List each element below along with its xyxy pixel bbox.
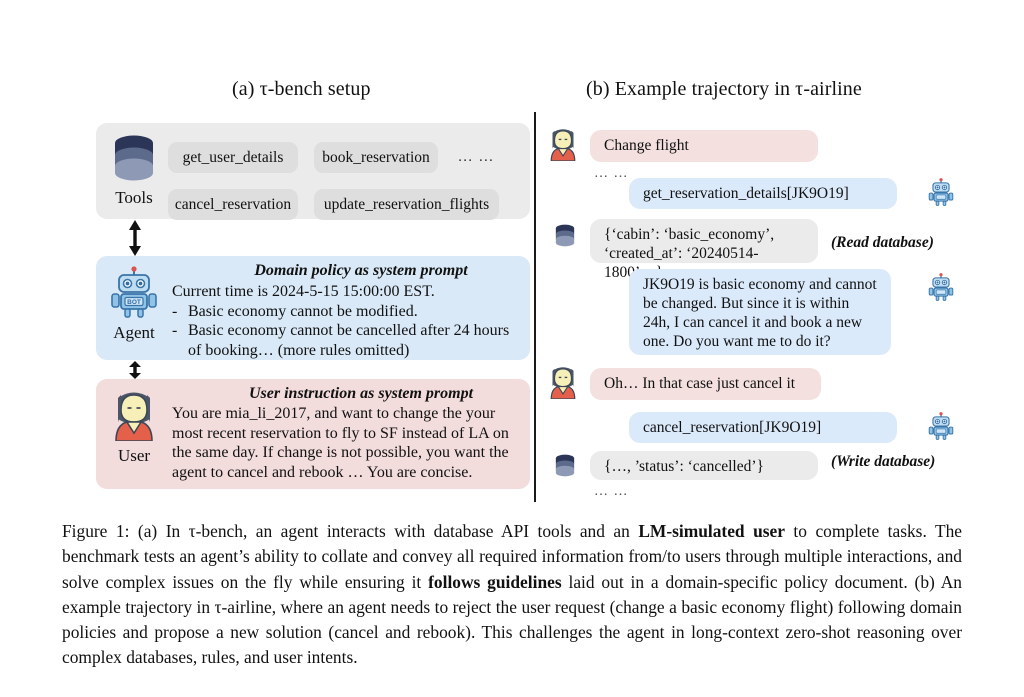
caption-label: Figure 1:	[62, 521, 130, 541]
write-database-note: (Write database)	[831, 453, 936, 470]
agent-user-double-arrow-icon	[129, 361, 141, 379]
chat-bubble-user[interactable]: Oh… In that case just cancel it	[590, 368, 821, 400]
database-icon	[115, 135, 153, 181]
panel-a-setup-diagram: Tools get_user_details book_reservation …	[0, 0, 534, 510]
figure-caption: Figure 1: (a) In τ-bench, an agent inter…	[62, 519, 962, 671]
user-avatar	[546, 127, 580, 166]
policy-rule-text: Basic economy cannot be modified.	[188, 302, 418, 320]
tools-actor-label: Tools	[115, 188, 153, 207]
chat-bubble-user[interactable]: Change flight	[590, 130, 818, 162]
robot-icon	[928, 412, 954, 440]
agent-avatar	[926, 411, 956, 446]
read-database-note: (Read database)	[831, 234, 934, 251]
user-actor-label: User	[117, 446, 151, 465]
person-avatar-icon	[550, 129, 576, 162]
agent-policy-text: Current time is 2024-5-15 15:00:00 EST. …	[172, 282, 524, 360]
tool-chip[interactable]: cancel_reservation	[168, 189, 298, 220]
tool-chip[interactable]: update_reservation_flights	[314, 189, 499, 220]
agent-block-heading: Domain policy as system prompt	[254, 262, 468, 279]
user-actor: User	[100, 389, 168, 465]
person-avatar-icon	[115, 392, 153, 442]
database-icon	[555, 454, 575, 477]
user-instruction-text: You are mia_li_2017, and want to change …	[172, 405, 509, 481]
db-record-line: {‘cabin’: ‘basic_economy’,	[604, 226, 775, 243]
caption-part-1: (a) In τ-bench, an agent interacts with …	[129, 521, 639, 541]
user-avatar	[546, 365, 580, 404]
policy-rule-item: - Basic economy cannot be cancelled afte…	[172, 321, 524, 360]
person-avatar-icon	[550, 367, 576, 400]
trajectory-ellipsis: … …	[594, 484, 629, 499]
chat-bubble-database: {‘cabin’: ‘basic_economy’, ‘created_at’:…	[590, 219, 818, 281]
agent-actor: BOT Agent	[100, 266, 168, 342]
tools-ellipsis: … …	[457, 149, 495, 165]
figure-graphic: (a) τ-bench setup (b) Example trajectory…	[0, 0, 1024, 510]
user-block-heading: User instruction as system prompt	[248, 385, 474, 402]
chat-bubble-agent[interactable]: get_reservation_details[JK9O19]	[629, 178, 897, 209]
policy-time-line: Current time is 2024-5-15 15:00:00 EST.	[172, 283, 435, 300]
agent-avatar	[926, 272, 956, 307]
tool-chip[interactable]: book_reservation	[314, 142, 438, 173]
tools-agent-double-arrow-icon	[129, 220, 141, 256]
database-icon	[555, 224, 575, 247]
caption-bold-2: follows guidelines	[428, 571, 562, 592]
agent-actor-label: Agent	[113, 323, 155, 342]
panel-b-trajectory: Change flight … … get_reservation_detail…	[534, 0, 1024, 510]
robot-icon	[928, 273, 954, 301]
policy-rule-item: - Basic economy cannot be modified.	[172, 302, 524, 322]
chat-bubble-database: {…, ’status’: ‘cancelled’}	[590, 451, 818, 480]
chat-bubble-agent[interactable]: cancel_reservation[JK9O19]	[629, 412, 897, 443]
chat-bubble-agent[interactable]: JK9O19 is basic economy and cannot be ch…	[629, 269, 891, 355]
robot-icon: BOT	[111, 266, 157, 318]
caption-bold-1: LM-simulated user	[638, 521, 785, 541]
policy-rule-text: Basic economy cannot be cancelled after …	[188, 322, 510, 359]
tool-chip[interactable]: get_user_details	[168, 142, 298, 173]
robot-icon	[928, 178, 954, 206]
agent-avatar	[926, 177, 956, 212]
policy-bullet: -	[172, 322, 178, 339]
database-avatar	[552, 222, 578, 254]
policy-bullet: -	[172, 302, 178, 320]
svg-text:BOT: BOT	[127, 299, 141, 306]
database-avatar	[552, 452, 578, 484]
trajectory-ellipsis: … …	[594, 166, 629, 181]
tools-actor: Tools	[100, 133, 168, 207]
